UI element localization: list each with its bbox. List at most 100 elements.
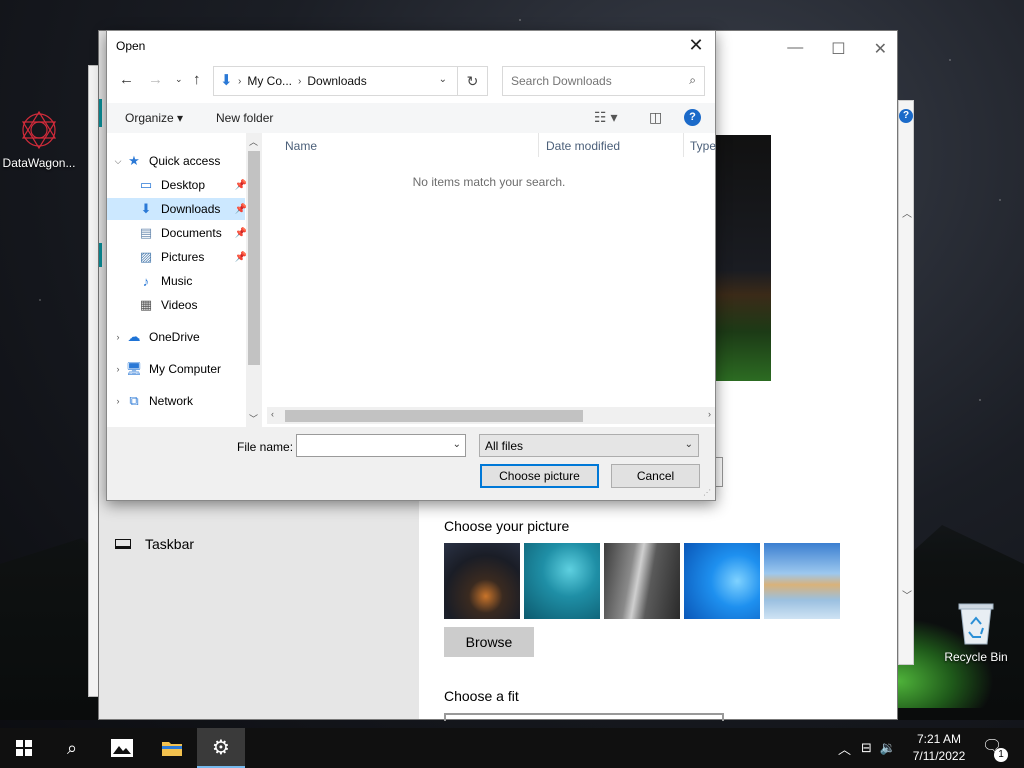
nav-item-my-computer[interactable]: › 🖥 My Computer <box>111 358 245 380</box>
nav-item-label: Desktop <box>161 178 206 192</box>
nav-item-pictures[interactable]: ▨ Pictures 📌 <box>107 246 247 268</box>
search-box[interactable]: ⌕ <box>502 66 705 96</box>
scroll-left-icon[interactable]: ‹ <box>271 409 274 419</box>
scrollbar-thumb[interactable] <box>248 151 260 365</box>
file-list-hscrollbar[interactable]: ‹ › <box>267 407 715 424</box>
thumbnail-windows[interactable] <box>684 543 760 619</box>
help-icon[interactable]: ? <box>684 109 701 126</box>
organize-button[interactable]: Organize ▾ <box>125 111 183 125</box>
nav-item-documents[interactable]: ▤ Documents 📌 <box>107 222 247 244</box>
nav-item-label: Pictures <box>161 250 205 264</box>
nav-item-quick-access[interactable]: ⌵ ★ Quick access <box>111 150 245 172</box>
thumbnail-night-sky[interactable] <box>444 543 520 619</box>
nav-item-videos[interactable]: ▦ Videos <box>107 294 245 316</box>
address-bar[interactable]: ⬇ › My Co... › Downloads ⌄ <box>213 66 458 96</box>
chevron-down-icon[interactable]: ⌵ <box>111 156 125 167</box>
resize-grip-icon[interactable]: ⋰ <box>703 488 713 498</box>
desktop-icon-datawagon[interactable]: DataWagon... <box>0 108 78 170</box>
refresh-button[interactable]: ↻ <box>458 66 488 96</box>
nav-item-downloads[interactable]: ⬇ Downloads 📌 <box>107 198 247 220</box>
scroll-right-icon[interactable]: › <box>708 409 711 419</box>
dialog-footer: File name: ⌄ All files ⌄ Choose picture … <box>107 427 715 500</box>
notification-count-badge: 1 <box>994 748 1008 762</box>
nav-item-label: Videos <box>161 298 198 312</box>
new-folder-button[interactable]: New folder <box>216 111 273 125</box>
column-divider[interactable] <box>538 133 539 157</box>
chevron-down-icon[interactable]: ﹀ <box>902 587 912 602</box>
dialog-close-button[interactable]: ✕ <box>683 33 709 59</box>
window-controls: — ☐ ✕ <box>787 39 887 59</box>
maximize-button[interactable]: ☐ <box>831 39 845 59</box>
thumbnail-underwater[interactable] <box>524 543 600 619</box>
nav-item-onedrive[interactable]: › ☁ OneDrive <box>111 326 245 348</box>
browse-button[interactable]: Browse <box>444 627 534 657</box>
folder-icon <box>162 742 182 756</box>
back-arrow-icon[interactable]: ← <box>119 71 134 88</box>
file-name-input[interactable]: ⌄ <box>296 434 466 457</box>
network-icon: ⧉ <box>129 393 139 408</box>
minimize-button[interactable]: — <box>787 39 803 59</box>
chevron-down-icon[interactable]: ⌄ <box>685 439 693 450</box>
volume-icon[interactable]: 🔉 <box>880 740 896 756</box>
file-type-select[interactable]: All files ⌄ <box>479 434 699 457</box>
choose-picture-button[interactable]: Choose picture <box>480 464 599 488</box>
forward-arrow-icon[interactable]: → <box>148 71 163 88</box>
breadcrumb-item[interactable]: My Co... <box>247 74 292 88</box>
file-type-value: All files <box>485 439 524 453</box>
nav-item-music[interactable]: ♪ Music <box>107 270 245 292</box>
column-divider[interactable] <box>683 133 684 157</box>
chevron-right-icon[interactable]: › <box>111 396 125 406</box>
taskbar-icon <box>115 539 131 549</box>
preview-pane-icon[interactable]: ◫ <box>649 109 662 126</box>
nav-item-label: Music <box>161 274 193 288</box>
chevron-right-icon[interactable]: › <box>111 332 125 342</box>
thumbnail-beach[interactable] <box>764 543 840 619</box>
computer-icon: 🖥 <box>125 361 143 376</box>
windows-logo-icon <box>16 740 32 756</box>
scroll-down-icon[interactable]: ﹀ <box>249 412 258 425</box>
close-button[interactable]: ✕ <box>874 39 887 59</box>
nav-scrollbar[interactable]: ︿ ﹀ <box>246 133 262 427</box>
desktop-icon-recycle-bin[interactable]: Recycle Bin <box>940 600 1012 664</box>
taskbar-app-file-explorer[interactable] <box>148 728 196 768</box>
up-arrow-icon[interactable]: ↑ <box>193 71 201 88</box>
sidebar-item-taskbar[interactable]: Taskbar <box>115 536 194 552</box>
column-header-name[interactable]: Name <box>285 139 317 153</box>
file-name-label: File name: <box>237 440 294 454</box>
nav-item-desktop[interactable]: ▭ Desktop 📌 <box>107 174 247 196</box>
fit-dropdown[interactable] <box>444 713 724 721</box>
search-icon: ⌕ <box>66 737 78 758</box>
chevron-up-icon[interactable]: ︿ <box>902 205 912 220</box>
chevron-down-icon[interactable]: ⌄ <box>439 74 447 85</box>
nav-item-label: Documents <box>161 226 222 240</box>
network-icon[interactable]: ⊟ <box>861 740 872 756</box>
sidebar-item-label: Taskbar <box>145 536 195 552</box>
taskbar-app-settings[interactable]: ⚙ <box>197 728 245 768</box>
system-tray: ︿ ⊟ 🔉 <box>838 728 896 768</box>
column-header-type[interactable]: Type <box>690 139 716 153</box>
document-icon: ▤ <box>139 225 153 240</box>
accent-bar <box>99 243 102 267</box>
scroll-up-icon[interactable]: ︿ <box>249 135 258 148</box>
nav-item-label: Quick access <box>149 154 221 168</box>
search-input[interactable] <box>503 67 673 95</box>
music-icon: ♪ <box>142 273 150 289</box>
thumbnail-waterfall[interactable] <box>604 543 680 619</box>
view-options-icon[interactable]: ☷ ▾ <box>594 109 617 126</box>
column-header-date-modified[interactable]: Date modified <box>546 139 620 153</box>
breadcrumb-item[interactable]: Downloads <box>307 74 366 88</box>
search-button[interactable]: ⌕ <box>48 728 96 768</box>
scrollbar-thumb[interactable] <box>285 410 583 422</box>
nav-item-network[interactable]: › ⧉ Network <box>111 390 245 412</box>
cancel-button[interactable]: Cancel <box>611 464 700 488</box>
show-hidden-icons-chevron-icon[interactable]: ︿ <box>838 739 851 758</box>
clock[interactable]: 7:21 AM 7/11/2022 <box>906 731 972 765</box>
taskbar-app-photos[interactable] <box>98 728 146 768</box>
start-button[interactable] <box>0 728 48 768</box>
chevron-down-icon[interactable]: ⌄ <box>453 439 461 450</box>
clock-time: 7:21 AM <box>916 732 962 746</box>
notification-center-button[interactable]: 🗨 1 <box>982 736 1008 762</box>
chevron-right-icon[interactable]: › <box>111 364 125 374</box>
recent-locations-chevron-icon[interactable]: ⌄ <box>175 74 183 85</box>
file-list-pane: Name Date modified Type No items match y… <box>263 133 716 427</box>
